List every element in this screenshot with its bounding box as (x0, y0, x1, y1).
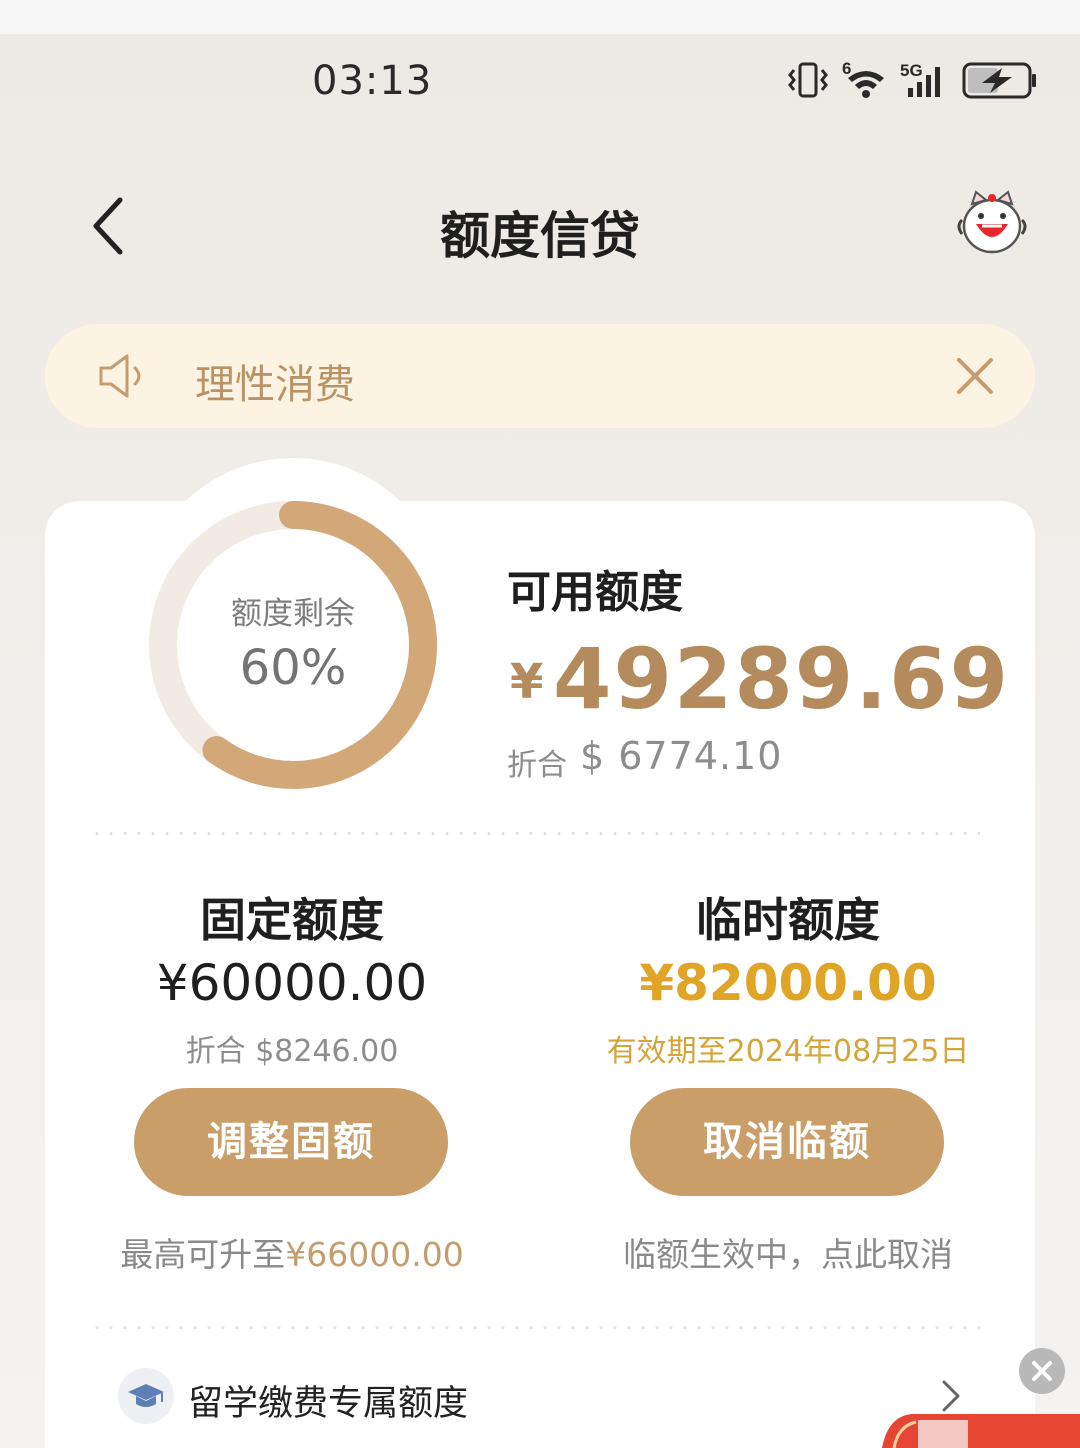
adjust-fixed-button[interactable]: 调整固额 (134, 1088, 448, 1196)
temp-note-wrap[interactable]: 临额生效中，点此取消 (578, 1228, 998, 1276)
available-currency-symbol: ¥ (510, 654, 544, 710)
signal-5g-icon: 5G (900, 61, 940, 97)
available-equiv-amount: $ 6774.10 (580, 734, 783, 778)
temp-title: 临时额度 (578, 884, 998, 950)
speaker-icon (97, 352, 149, 400)
fixed-title-text: 固定额度 (200, 893, 384, 947)
floating-promo-banner[interactable] (882, 1412, 1080, 1448)
divider (90, 832, 980, 835)
temp-sub: 有效期至2024年08月25日 (606, 1034, 970, 1069)
ring-value: 60% (239, 640, 347, 696)
temp-title-text: 临时额度 (696, 893, 880, 947)
fixed-amount: ¥60000.00 (156, 954, 428, 1012)
fixed-sub-wrap: 折合 $8246.00 (82, 1026, 502, 1070)
notice-text: 理性消费 (195, 362, 355, 408)
divider (90, 1326, 980, 1329)
top-strip (0, 0, 1080, 34)
fixed-note: 最高可升至¥66000.00 (82, 1228, 502, 1276)
fixed-note-value: ¥66000.00 (285, 1235, 464, 1274)
available-equiv-prefix: 折合 (507, 748, 567, 783)
close-icon (957, 358, 993, 394)
page-title: 额度信贷 (440, 207, 640, 265)
floating-close-button[interactable] (1019, 1348, 1065, 1394)
notice-close-button[interactable] (953, 354, 997, 398)
fixed-note-prefix: 最高可升至 (120, 1235, 286, 1274)
fixed-sub: 折合 $8246.00 (185, 1034, 399, 1069)
battery-charging-icon (962, 62, 1036, 99)
status-icons: 6 5G (786, 58, 1040, 104)
mascot-icon (957, 190, 1027, 254)
status-time: 03:13 (312, 58, 433, 104)
study-abroad-quota-row[interactable]: 留学缴费专属额度 (118, 1368, 978, 1428)
customer-service-button[interactable] (954, 190, 1030, 258)
close-icon (1032, 1361, 1052, 1381)
available-amount: 49289.69 (553, 630, 1011, 728)
notice-banner: 理性消费 (45, 324, 1035, 428)
graduation-cap-icon (118, 1368, 174, 1424)
temp-amount-wrap: ¥82000.00 (578, 954, 998, 1012)
cancel-temp-button[interactable]: 取消临额 (630, 1088, 944, 1196)
vibrate-icon (788, 62, 828, 98)
temp-amount: ¥82000.00 (639, 954, 937, 1012)
fixed-title: 固定额度 (82, 884, 502, 950)
ring-label: 额度剩余 (231, 596, 355, 632)
study-abroad-label: 留学缴费专属额度 (188, 1384, 469, 1424)
temp-sub-wrap: 有效期至2024年08月25日 (578, 1026, 998, 1070)
network-label: 5G (900, 61, 923, 80)
wifi-icon: 6 (842, 59, 884, 98)
fixed-amount-wrap: ¥60000.00 (82, 954, 502, 1012)
available-label: 可用额度 (507, 567, 683, 618)
wifi-label: 6 (842, 59, 851, 78)
temp-note[interactable]: 临额生效中，点此取消 (623, 1235, 953, 1274)
